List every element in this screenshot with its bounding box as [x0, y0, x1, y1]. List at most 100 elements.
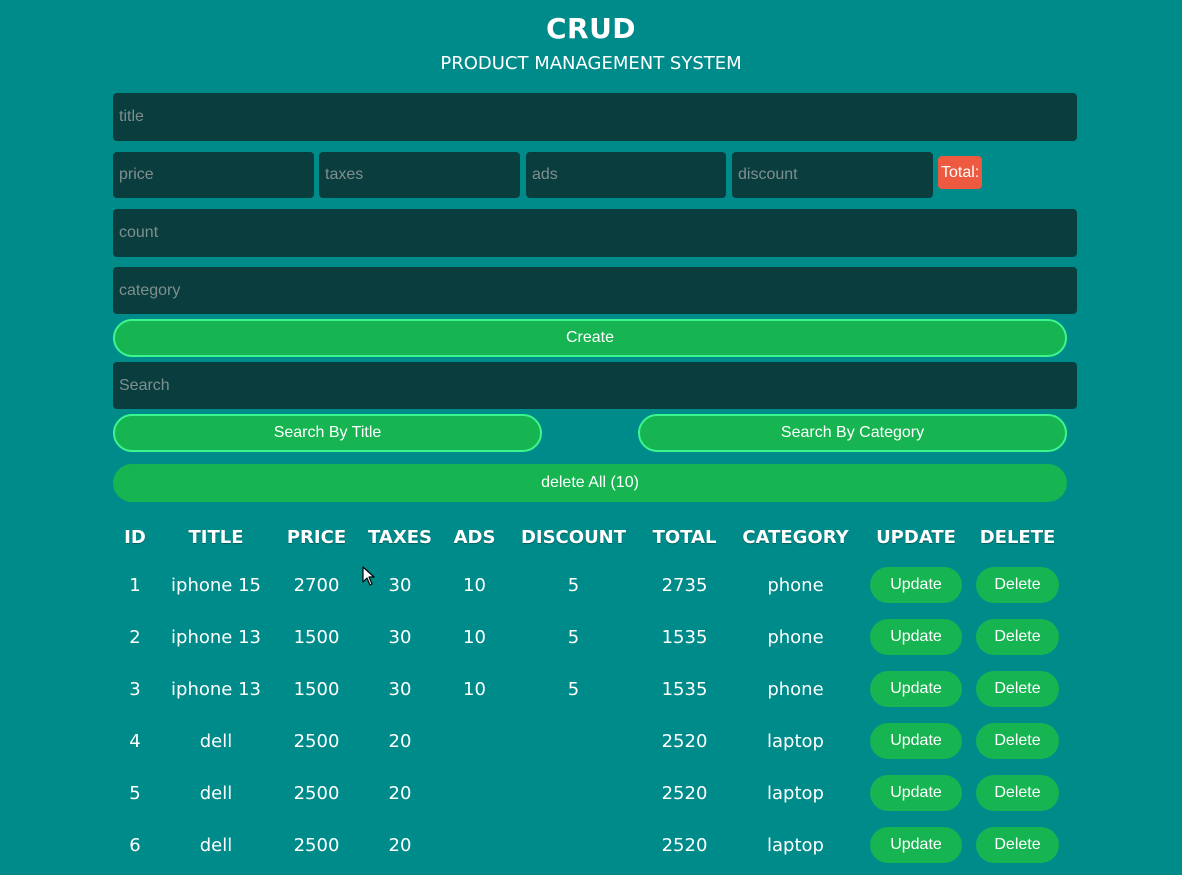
cell-update: Update [862, 715, 970, 767]
cell-taxes: 30 [388, 626, 412, 648]
cell-delete: Delete [970, 611, 1065, 663]
cell-taxes: 30 [388, 678, 412, 700]
cell-category: laptop [767, 730, 824, 752]
create-button[interactable]: Create [113, 319, 1067, 357]
column-header-discount: DISCOUNT [520, 526, 627, 548]
ads-input[interactable] [526, 152, 726, 198]
cell-id: 3 [129, 678, 141, 700]
cell-taxes: 20 [388, 782, 412, 804]
table-header-row: ID TITLE PRICE TAXES ADS DISCOUNT TOTAL … [113, 515, 1065, 559]
cell-category: phone [767, 678, 824, 700]
table-row: 1 iphone 15 2700 30 10 5 2735 phone Upda… [113, 559, 1065, 611]
cell-total: 2520 [661, 782, 708, 804]
cell-price: 1500 [293, 626, 340, 648]
delete-button[interactable]: Delete [976, 775, 1059, 811]
cell-delete: Delete [970, 663, 1065, 715]
cell-category: phone [767, 626, 824, 648]
cell-category: laptop [767, 782, 824, 804]
cell-total: 2735 [661, 574, 708, 596]
delete-button[interactable]: Delete [976, 619, 1059, 655]
cell-price: 2500 [293, 782, 340, 804]
cell-update: Update [862, 767, 970, 819]
column-header-taxes: TAXES [368, 526, 432, 548]
search-by-category-button[interactable]: Search By Category [638, 414, 1067, 452]
cell-delete: Delete [970, 767, 1065, 819]
page-subtitle: PRODUCT MANAGEMENT SYSTEM [440, 53, 742, 74]
title-input[interactable] [113, 93, 1077, 141]
cell-delete: Delete [970, 715, 1065, 767]
price-input[interactable] [113, 152, 314, 198]
cell-title: dell [199, 782, 233, 804]
column-header-ads: ADS [453, 526, 496, 548]
cell-total: 1535 [661, 626, 708, 648]
cell-id: 1 [129, 574, 141, 596]
cell-discount [507, 767, 640, 819]
update-button[interactable]: Update [870, 723, 962, 759]
table-row: 6 dell 2500 20 2520 laptop Update Delete [113, 819, 1065, 871]
column-header-update: UPDATE [876, 526, 956, 548]
cell-update: Update [862, 559, 970, 611]
cell-price: 2700 [293, 574, 340, 596]
crud-app: CRUD PRODUCT MANAGEMENT SYSTEM Total: Cr… [0, 0, 1182, 875]
cell-discount [507, 819, 640, 871]
cell-id: 6 [129, 834, 141, 856]
cell-discount: 5 [567, 678, 580, 700]
total-display: Total: [938, 156, 983, 189]
cell-total: 2520 [661, 730, 708, 752]
cell-price: 1500 [293, 678, 340, 700]
cell-taxes: 20 [388, 834, 412, 856]
cell-total: 1535 [661, 678, 708, 700]
taxes-input[interactable] [319, 152, 520, 198]
search-input[interactable] [113, 362, 1077, 409]
cell-update: Update [862, 819, 970, 871]
cell-discount: 5 [567, 574, 580, 596]
cell-category: laptop [767, 834, 824, 856]
cell-title: iphone 13 [171, 626, 261, 648]
update-button[interactable]: Update [870, 567, 962, 603]
update-button[interactable]: Update [870, 671, 962, 707]
cell-id: 2 [129, 626, 141, 648]
mouse-pointer-icon [362, 566, 375, 586]
cell-discount [507, 715, 640, 767]
cell-update: Update [862, 611, 970, 663]
cell-ads: 10 [463, 574, 486, 596]
cell-delete: Delete [970, 819, 1065, 871]
delete-button[interactable]: Delete [976, 567, 1059, 603]
page-title: CRUD [545, 12, 637, 45]
cell-ads [442, 767, 507, 819]
cell-title: iphone 15 [171, 574, 261, 596]
cell-update: Update [862, 663, 970, 715]
column-header-total: TOTAL [652, 526, 717, 548]
update-button[interactable]: Update [870, 619, 962, 655]
cell-category: phone [767, 574, 824, 596]
cell-price: 2500 [293, 730, 340, 752]
cell-price: 2500 [293, 834, 340, 856]
count-input[interactable] [113, 209, 1077, 257]
category-input[interactable] [113, 267, 1077, 314]
table-row: 5 dell 2500 20 2520 laptop Update Delete [113, 767, 1065, 819]
cell-ads: 10 [463, 626, 486, 648]
cell-discount: 5 [567, 626, 580, 648]
cell-ads [442, 715, 507, 767]
delete-button[interactable]: Delete [976, 671, 1059, 707]
cell-delete: Delete [970, 559, 1065, 611]
cell-title: dell [199, 730, 233, 752]
delete-all-button[interactable]: delete All (10) [113, 464, 1067, 502]
column-header-title: TITLE [188, 526, 244, 548]
delete-button[interactable]: Delete [976, 723, 1059, 759]
update-button[interactable]: Update [870, 775, 962, 811]
search-by-title-button[interactable]: Search By Title [113, 414, 542, 452]
cell-id: 5 [129, 782, 141, 804]
cell-id: 4 [129, 730, 141, 752]
delete-button[interactable]: Delete [976, 827, 1059, 863]
column-header-category: CATEGORY [742, 526, 849, 548]
update-button[interactable]: Update [870, 827, 962, 863]
table-row: 4 dell 2500 20 2520 laptop Update Delete [113, 715, 1065, 767]
products-table: ID TITLE PRICE TAXES ADS DISCOUNT TOTAL … [113, 515, 1065, 871]
discount-input[interactable] [732, 152, 933, 198]
cell-ads [442, 819, 507, 871]
cell-ads: 10 [463, 678, 486, 700]
cell-taxes: 20 [388, 730, 412, 752]
column-header-delete: DELETE [979, 526, 1056, 548]
column-header-id: ID [124, 526, 146, 548]
